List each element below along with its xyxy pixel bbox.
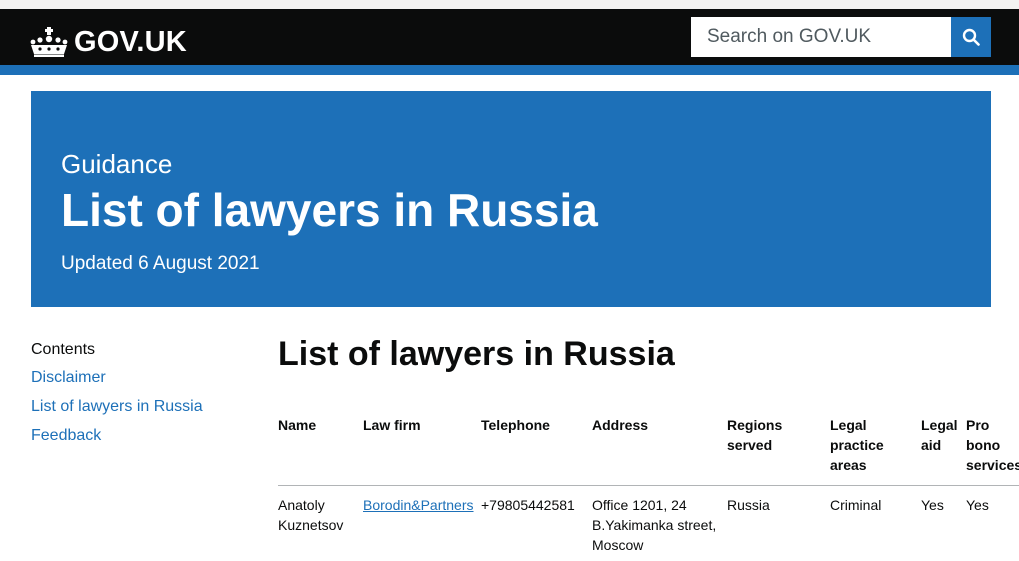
cell-telephone: +79805442581 — [481, 497, 575, 513]
updated-date: Updated 6 August 2021 — [61, 253, 260, 274]
govuk-logo-link[interactable]: GOV.UK — [30, 27, 187, 57]
column-header-name: Name — [278, 412, 363, 486]
contents-link-feedback[interactable]: Feedback — [31, 428, 251, 444]
page-title: List of lawyers in Russia — [61, 184, 598, 236]
cell-law-firm: Borodin&Partners — [363, 486, 481, 561]
contents-nav: Contents Disclaimer List of lawyers in R… — [31, 340, 251, 457]
cell-name: Anatoly Kuznetsov — [278, 497, 344, 533]
column-header-law-firm: Law firm — [363, 412, 481, 486]
column-header-telephone: Telephone — [481, 412, 592, 486]
contents-heading: Contents — [31, 341, 96, 358]
contents-link-list-of-lawyers[interactable]: List of lawyers in Russia — [31, 399, 251, 415]
column-header-legal-aid: Legal aid — [921, 412, 966, 486]
table-header-row: Name Law firm Telephone Address Regions … — [278, 412, 1019, 486]
cell-regions: Russia — [727, 497, 770, 513]
table-row: Anatoly Kuznetsov Borodin&Partners +7980… — [278, 486, 1019, 561]
page-caption: Guidance — [61, 149, 173, 179]
search-icon — [962, 28, 980, 46]
column-header-practice-areas: Legal practice areas — [830, 412, 921, 486]
crown-icon — [30, 27, 68, 57]
lawyers-table-container: Name Law firm Telephone Address Regions … — [278, 412, 1019, 561]
law-firm-link[interactable]: Borodin&Partners — [363, 497, 474, 513]
site-header: GOV.UK Search on GOV.UK — [0, 9, 1019, 65]
browser-top-strip — [0, 0, 1019, 9]
column-header-address: Address — [592, 412, 727, 486]
logo-text: GOV.UK — [74, 25, 187, 58]
cell-practice-areas: Criminal — [830, 497, 882, 513]
header-blue-bar — [0, 65, 1019, 75]
cell-address: Office 1201, 24 B.Yakimanka street, Mosc… — [592, 497, 717, 553]
lawyers-table: Name Law firm Telephone Address Regions … — [278, 412, 1019, 561]
cell-pro-bono: Yes — [966, 497, 989, 513]
column-header-regions: Regions served — [727, 412, 830, 486]
section-title: List of lawyers in Russia — [278, 335, 675, 373]
hero-banner: Guidance List of lawyers in Russia Updat… — [31, 91, 991, 307]
search-input[interactable]: Search on GOV.UK — [691, 17, 951, 57]
contents-link-disclaimer[interactable]: Disclaimer — [31, 370, 251, 386]
cell-legal-aid: Yes — [921, 497, 944, 513]
search-button[interactable] — [951, 17, 991, 57]
column-header-pro-bono: Pro bono services — [966, 412, 1019, 486]
